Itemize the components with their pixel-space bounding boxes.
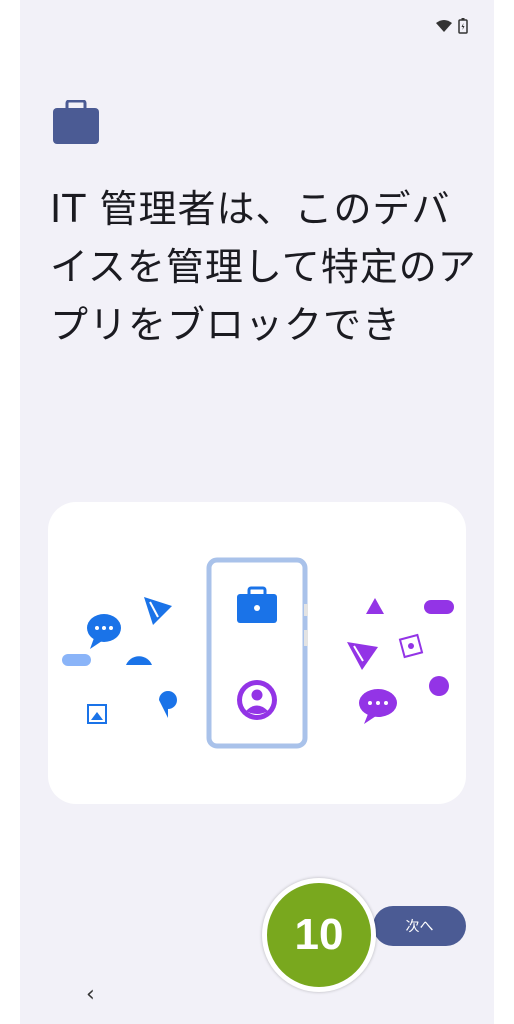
next-button[interactable]: 次へ xyxy=(373,906,466,946)
step-marker-badge: 10 xyxy=(262,878,376,992)
battery-icon xyxy=(458,18,468,34)
setup-screen: IT 管理者は、このデバイスを管理して特定のアプリをブロックでき 次へ ‹ 10 xyxy=(20,0,494,1024)
illustration-card xyxy=(48,502,466,804)
wifi-icon xyxy=(436,20,452,32)
chat-bubble-blue-icon xyxy=(87,614,121,649)
circle-purple xyxy=(429,676,449,696)
back-chevron-icon[interactable]: ‹ xyxy=(86,982,95,1007)
pill-shape-light-blue xyxy=(62,654,91,666)
location-pin-blue-icon xyxy=(156,691,177,718)
half-circle-blue xyxy=(126,656,152,665)
send-blue-icon xyxy=(144,597,172,625)
personal-profile-icon xyxy=(237,680,277,720)
status-bar xyxy=(436,18,468,34)
image-blue-icon xyxy=(87,704,107,724)
page-title: IT 管理者は、このデバイスを管理して特定のアプリをブロックでき xyxy=(50,187,477,347)
send-purple-icon xyxy=(347,642,378,670)
triangle-purple xyxy=(366,598,384,614)
pill-shape-purple xyxy=(424,600,454,614)
image-purple-icon xyxy=(398,633,424,659)
chat-bubble-purple-icon xyxy=(359,689,397,724)
briefcase-icon xyxy=(53,100,99,144)
illustration xyxy=(62,557,454,749)
